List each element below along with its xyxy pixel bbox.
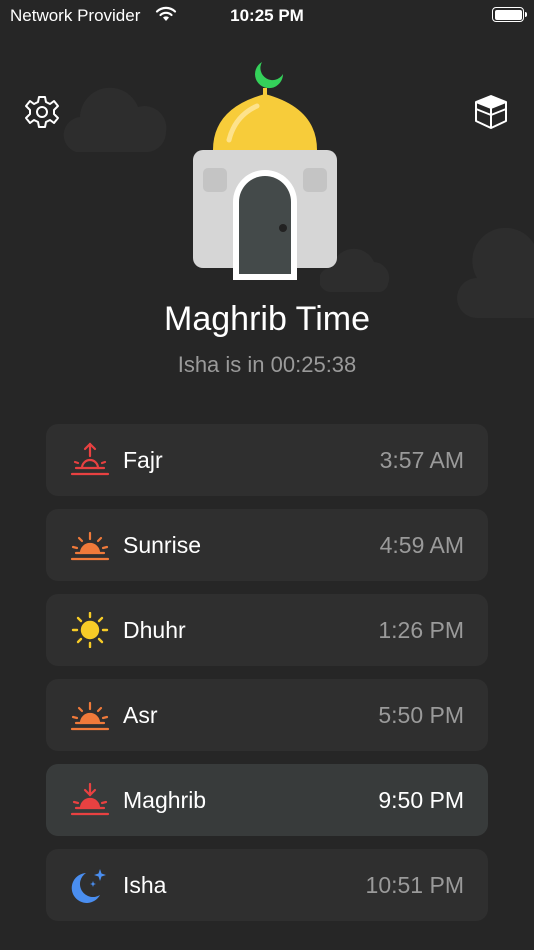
next-prayer-countdown: Isha is in 00:25:38 bbox=[177, 352, 357, 377]
prayer-times-list: Fajr 3:57 AM Sunrise 4:59 AM Dhuhr 1:26 … bbox=[46, 424, 488, 934]
prayer-name: Isha bbox=[123, 872, 167, 898]
cloud-decoration bbox=[63, 87, 167, 152]
battery-icon bbox=[492, 7, 527, 22]
settings-gear-icon[interactable] bbox=[24, 94, 60, 130]
prayer-time: 5:50 PM bbox=[378, 702, 464, 728]
prayer-time: 3:57 AM bbox=[379, 447, 464, 473]
status-time: 10:25 PM bbox=[230, 6, 304, 25]
sunrise-icon bbox=[70, 531, 110, 561]
prayer-row-fajr[interactable]: Fajr 3:57 AM bbox=[46, 424, 488, 496]
status-bar: Network Provider 10:25 PM bbox=[0, 0, 534, 32]
prayer-name: Dhuhr bbox=[123, 617, 186, 643]
prayer-name: Maghrib bbox=[123, 787, 207, 813]
sun-down-arrow-icon bbox=[70, 782, 110, 816]
prayer-time: 4:59 AM bbox=[379, 532, 464, 558]
sunset-icon bbox=[70, 701, 110, 731]
prayer-row-isha[interactable]: Isha 10:51 PM bbox=[46, 849, 488, 921]
prayer-row-maghrib[interactable]: Maghrib 9:50 PM bbox=[46, 764, 488, 836]
prayer-name: Fajr bbox=[123, 447, 163, 473]
sun-icon bbox=[71, 612, 109, 648]
prayer-name: Asr bbox=[123, 702, 158, 728]
crescent-moon-icon bbox=[255, 62, 284, 89]
prayer-row-asr[interactable]: Asr 5:50 PM bbox=[46, 679, 488, 751]
kaaba-qibla-icon[interactable] bbox=[474, 94, 508, 130]
prayer-row-sunrise[interactable]: Sunrise 4:59 AM bbox=[46, 509, 488, 581]
prayer-row-dhuhr[interactable]: Dhuhr 1:26 PM bbox=[46, 594, 488, 666]
mosque-illustration bbox=[193, 62, 337, 280]
sun-up-arrow-icon bbox=[70, 442, 110, 476]
moon-stars-icon bbox=[71, 869, 106, 903]
prayer-time: 10:51 PM bbox=[365, 872, 464, 898]
prayer-time: 9:50 PM bbox=[378, 787, 464, 813]
page-title: Maghrib Time bbox=[164, 300, 370, 338]
prayer-time: 1:26 PM bbox=[378, 617, 464, 643]
prayer-name: Sunrise bbox=[123, 532, 201, 558]
